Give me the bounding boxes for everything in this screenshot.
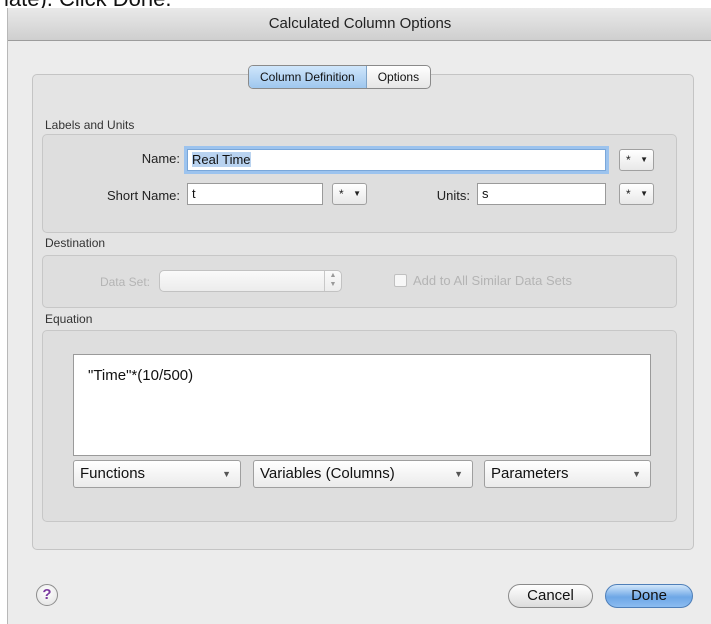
chevron-down-icon: ▼: [454, 469, 463, 479]
functions-dropdown[interactable]: Functions ▼: [73, 460, 241, 488]
variables-label: Variables (Columns): [260, 465, 395, 482]
parameters-dropdown[interactable]: Parameters ▼: [484, 460, 651, 488]
name-field-value: Real Time: [192, 152, 251, 167]
stepper-arrows-icon: ▲ ▼: [324, 271, 341, 291]
parameters-label: Parameters: [491, 465, 569, 482]
name-units-popup[interactable]: * ▼: [619, 149, 654, 171]
popup-symbol: *: [339, 187, 344, 201]
short-name-field[interactable]: t: [187, 183, 323, 205]
dialog-window: Calculated Column Options Column Definit…: [7, 8, 711, 624]
units-label: Units:: [436, 188, 470, 203]
data-set-label: Data Set:: [99, 275, 150, 289]
tab-options[interactable]: Options: [367, 66, 430, 88]
tab-column-definition[interactable]: Column Definition: [249, 66, 367, 88]
tab-bar: Column Definition Options: [248, 65, 432, 89]
popup-symbol: *: [626, 187, 631, 201]
name-field[interactable]: Real Time: [187, 149, 606, 171]
chevron-down-icon: ▼: [632, 469, 641, 479]
cancel-button[interactable]: Cancel: [508, 584, 593, 608]
window-title: Calculated Column Options: [8, 8, 711, 41]
destination-heading: Destination: [45, 236, 106, 250]
variables-dropdown[interactable]: Variables (Columns) ▼: [253, 460, 473, 488]
popup-symbol: *: [626, 153, 631, 167]
functions-label: Functions: [80, 465, 146, 482]
equation-field[interactable]: "Time"*(10/500): [73, 354, 651, 456]
chevron-down-icon: ▼: [353, 189, 361, 198]
short-name-label: Short Name:: [107, 188, 180, 203]
units-field[interactable]: s: [477, 183, 606, 205]
chevron-down-icon: ▼: [222, 469, 231, 479]
data-set-popup: ▲ ▼: [159, 270, 342, 292]
add-all-label: Add to All Similar Data Sets: [413, 273, 572, 288]
done-button[interactable]: Done: [605, 584, 693, 608]
chevron-down-icon: ▼: [640, 155, 648, 164]
name-label: Name:: [141, 151, 180, 166]
short-name-units-popup[interactable]: * ▼: [332, 183, 367, 205]
units-popup[interactable]: * ▼: [619, 183, 654, 205]
labels-units-heading: Labels and Units: [45, 118, 135, 132]
help-icon[interactable]: ?: [36, 584, 58, 606]
equation-heading: Equation: [45, 312, 93, 326]
add-all-checkbox: [394, 274, 407, 287]
chevron-down-icon: ▼: [640, 189, 648, 198]
